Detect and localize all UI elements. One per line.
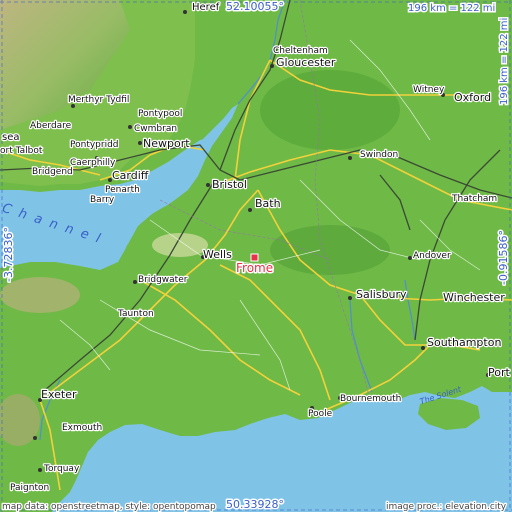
place-label: Witney [413, 85, 445, 95]
place-label: Torquay [43, 464, 80, 474]
place-label: Newport [143, 137, 190, 150]
place-label: Aberdare [30, 121, 72, 131]
place-label: ort Talbot [0, 146, 43, 156]
place-label: Bristol [212, 178, 247, 191]
credit-right: image proc.: elevation.city [386, 502, 507, 512]
coord-right: -0.91586° [497, 230, 510, 285]
topographic-map[interactable]: C h a n n e l The Solent Heref Cheltenha… [0, 0, 512, 512]
credit-left: map data: openstreetmap, style: opentopo… [2, 502, 216, 512]
place-label: Southampton [427, 336, 501, 349]
place-label: Taunton [117, 309, 154, 319]
place-label: Winchester [443, 291, 505, 304]
place-label: Wells [203, 248, 232, 261]
place-label: sea [2, 132, 20, 143]
focus-town-label[interactable]: Frome [235, 260, 275, 277]
scale-right: 196 km = 122 mi [499, 18, 510, 105]
place-label: Cwmbran [134, 124, 177, 134]
place-label: Exeter [41, 388, 77, 401]
place-label: Gloucester [276, 56, 336, 69]
place-label: Pontypridd [70, 140, 119, 150]
place-label: Pontypool [138, 109, 182, 119]
coord-top: 52.10055° [226, 0, 284, 13]
place-label: Swindon [360, 150, 398, 160]
place-label: Penarth [105, 185, 140, 195]
place-label: Exmouth [62, 423, 102, 433]
place-label: Caerphilly [70, 158, 116, 168]
cotswolds-hills [260, 70, 400, 150]
place-label: Salisbury [356, 288, 407, 301]
place-label: Oxford [454, 91, 491, 104]
frome-marker[interactable] [250, 253, 259, 262]
coord-bottom: 50.33928° [226, 498, 284, 511]
place-label: Merthyr Tydfil [68, 95, 129, 105]
coord-left: -3.72836° [2, 227, 15, 282]
place-label: Port [488, 366, 510, 379]
place-label: Heref [192, 2, 220, 13]
place-label: Thatcham [451, 194, 497, 204]
place-label: Poole [308, 409, 333, 419]
place-label: Bath [255, 197, 281, 210]
place-label: Cheltenham [273, 46, 328, 56]
place-label: Bridgend [32, 167, 73, 177]
salisbury-plain [270, 225, 390, 275]
place-label: Paignton [10, 483, 49, 493]
place-label: Andover [413, 251, 451, 261]
place-label: Bournemouth [340, 394, 401, 404]
place-label: Barry [90, 195, 115, 205]
place-label: Bridgwater [138, 275, 188, 285]
scale-top: 196 km = 122 mi [408, 3, 495, 14]
place-label: Cardiff [112, 169, 149, 182]
